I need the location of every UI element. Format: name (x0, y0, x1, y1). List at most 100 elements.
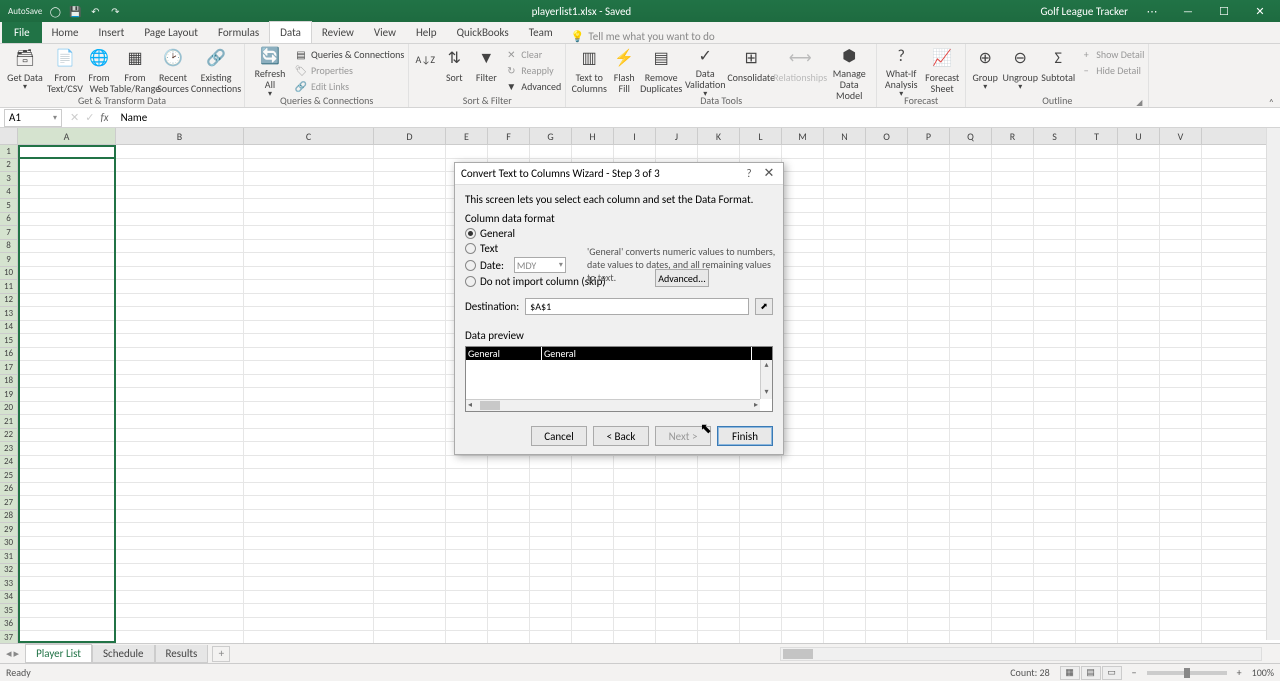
cell[interactable] (782, 537, 824, 550)
minimize-icon[interactable]: — (1176, 4, 1200, 18)
tab-file[interactable]: File (2, 22, 42, 43)
cell[interactable] (1034, 591, 1076, 604)
cell[interactable] (374, 456, 446, 469)
cell[interactable] (116, 145, 244, 158)
row-header[interactable]: 26 (0, 483, 17, 497)
cell[interactable] (116, 429, 244, 442)
cell[interactable] (488, 510, 530, 523)
cell[interactable] (950, 523, 992, 536)
row-header[interactable]: 25 (0, 469, 17, 483)
sheet-nav-next-icon[interactable]: ▸ (14, 647, 20, 660)
column-header[interactable]: D (374, 128, 446, 144)
cell[interactable] (908, 456, 950, 469)
cell[interactable] (1034, 159, 1076, 172)
cell[interactable] (740, 510, 782, 523)
cell[interactable] (244, 537, 374, 550)
row-header[interactable]: 12 (0, 294, 17, 308)
cell[interactable] (1034, 226, 1076, 239)
cell[interactable] (992, 496, 1034, 509)
cell[interactable] (824, 186, 866, 199)
cell[interactable] (1160, 631, 1202, 643)
zoom-slider[interactable] (1147, 671, 1227, 675)
cell[interactable] (1034, 415, 1076, 428)
cell[interactable] (18, 321, 116, 334)
cell[interactable] (866, 321, 908, 334)
cell[interactable] (18, 550, 116, 563)
cell[interactable] (908, 199, 950, 212)
cell[interactable] (740, 496, 782, 509)
cell[interactable] (950, 375, 992, 388)
cell[interactable] (530, 510, 572, 523)
cell[interactable] (824, 199, 866, 212)
cell[interactable] (244, 402, 374, 415)
cell[interactable] (866, 537, 908, 550)
cell[interactable] (1034, 510, 1076, 523)
cell[interactable] (908, 321, 950, 334)
cell[interactable] (1118, 226, 1160, 239)
cell[interactable] (1160, 577, 1202, 590)
cell[interactable] (824, 334, 866, 347)
zoom-level[interactable]: 100% (1252, 666, 1274, 679)
cell[interactable] (1034, 537, 1076, 550)
cell[interactable] (1034, 375, 1076, 388)
cell[interactable] (1076, 280, 1118, 293)
cell[interactable] (1076, 159, 1118, 172)
cell[interactable] (116, 280, 244, 293)
cell[interactable] (1160, 267, 1202, 280)
cell[interactable] (992, 213, 1034, 226)
cell[interactable] (656, 469, 698, 482)
cell[interactable] (1076, 577, 1118, 590)
cell[interactable] (950, 456, 992, 469)
cell[interactable] (950, 240, 992, 253)
cell[interactable] (950, 307, 992, 320)
cell[interactable] (782, 172, 824, 185)
cell[interactable] (18, 496, 116, 509)
cell[interactable] (116, 442, 244, 455)
cell[interactable] (374, 280, 446, 293)
cell[interactable] (614, 564, 656, 577)
cell[interactable] (614, 510, 656, 523)
cell[interactable] (446, 523, 488, 536)
cell[interactable] (1076, 294, 1118, 307)
cell[interactable] (244, 199, 374, 212)
row-header[interactable]: 31 (0, 550, 17, 564)
cell[interactable] (572, 523, 614, 536)
cell[interactable] (374, 496, 446, 509)
cell[interactable] (698, 469, 740, 482)
cell[interactable] (1118, 267, 1160, 280)
cell[interactable] (530, 591, 572, 604)
cell[interactable] (572, 550, 614, 563)
cell[interactable] (1034, 213, 1076, 226)
cell[interactable] (572, 510, 614, 523)
cell[interactable] (1076, 267, 1118, 280)
cell[interactable] (18, 429, 116, 442)
cell[interactable] (116, 415, 244, 428)
cell[interactable] (698, 631, 740, 643)
cell[interactable] (530, 577, 572, 590)
cell[interactable] (1076, 564, 1118, 577)
cell[interactable] (782, 591, 824, 604)
cell[interactable] (1076, 402, 1118, 415)
cell[interactable] (1034, 199, 1076, 212)
cell[interactable] (244, 226, 374, 239)
cell[interactable] (1118, 550, 1160, 563)
cell[interactable] (782, 523, 824, 536)
cell[interactable] (1118, 429, 1160, 442)
cell[interactable] (1160, 321, 1202, 334)
cell[interactable] (18, 145, 116, 158)
cell[interactable] (908, 415, 950, 428)
refresh-all-button[interactable]: 🔄Refresh All▾ (249, 46, 291, 94)
cell[interactable] (656, 550, 698, 563)
cell[interactable] (18, 483, 116, 496)
remove-duplicates-button[interactable]: ▤Remove Duplicates (640, 46, 682, 94)
cell[interactable] (572, 469, 614, 482)
cell[interactable] (244, 631, 374, 643)
cell[interactable] (446, 145, 488, 158)
cell[interactable] (1034, 469, 1076, 482)
redo-icon[interactable]: ↷ (108, 4, 122, 18)
cell[interactable] (698, 537, 740, 550)
cell[interactable] (572, 618, 614, 631)
cell[interactable] (614, 537, 656, 550)
column-header[interactable]: L (740, 128, 782, 144)
cell[interactable] (1118, 334, 1160, 347)
